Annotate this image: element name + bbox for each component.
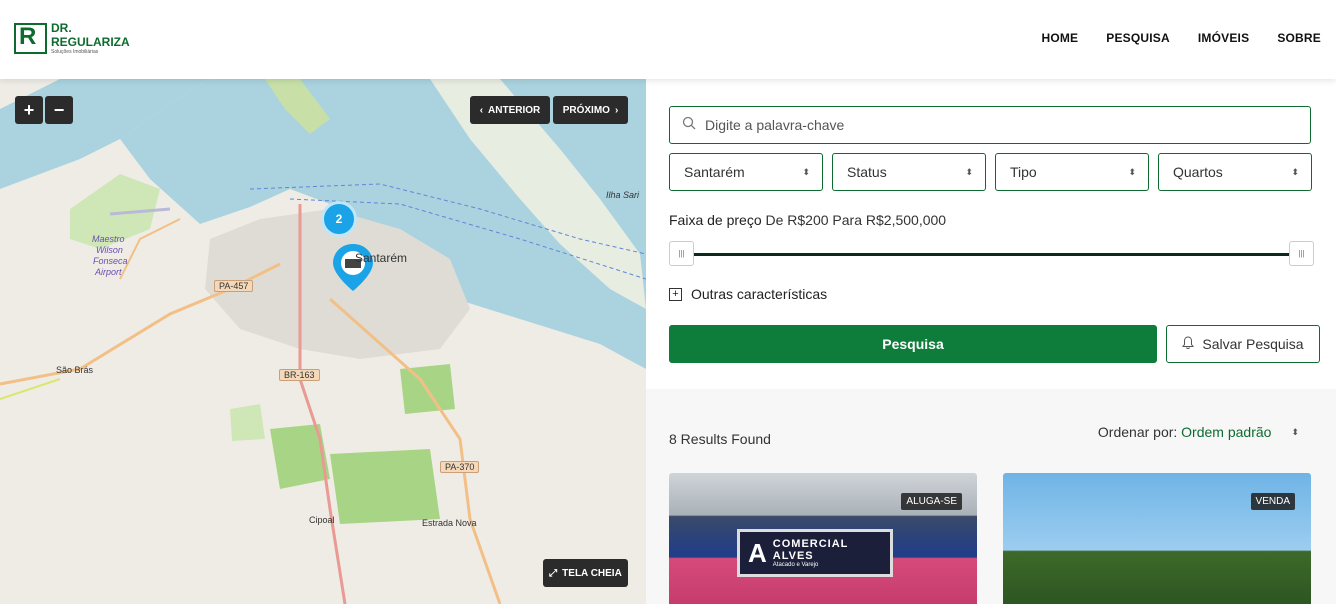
- updown-chevron-icon: ⬍: [1291, 426, 1299, 437]
- type-select[interactable]: Tipo ⬍: [995, 153, 1149, 191]
- sign-logo-a: A: [748, 537, 767, 568]
- more-features-toggle[interactable]: + Outras características: [669, 286, 827, 302]
- nav-home[interactable]: HOME: [1041, 31, 1078, 45]
- slider-handle-min[interactable]: |||: [669, 241, 694, 266]
- label-airport-3: Fonseca: [93, 256, 128, 266]
- slider-track: [679, 253, 1304, 256]
- label-airport-2: Wilson: [96, 245, 123, 255]
- save-search-label: Salvar Pesquisa: [1202, 336, 1304, 352]
- label-airport-4: Airport: [95, 267, 122, 277]
- fullscreen-label: TELA CHEIA: [562, 567, 622, 579]
- fullscreen-button[interactable]: ⤢ TELA CHEIA: [543, 559, 628, 587]
- label-ilha: Ilha Sari: [606, 190, 640, 200]
- city-value: Santarém: [684, 164, 745, 180]
- sort-select[interactable]: Ordenar por: Ordem padrão ⬍: [1098, 424, 1299, 440]
- road-pa370: PA-370: [440, 461, 480, 473]
- results-section: 8 Results Found Ordenar por: Ordem padrã…: [646, 389, 1336, 604]
- sort-label: Ordenar por:: [1097, 424, 1178, 440]
- map-cluster-marker[interactable]: 2: [321, 201, 357, 237]
- rooms-value: Quartos: [1173, 164, 1223, 180]
- prev-label: ANTERIOR: [488, 104, 541, 116]
- zoom-out-button[interactable]: −: [45, 96, 73, 124]
- results-count: 8 Results Found: [669, 431, 771, 447]
- rooms-select[interactable]: Quartos ⬍: [1158, 153, 1312, 191]
- price-label: Faixa de preço: [669, 212, 762, 228]
- slider-handle-max[interactable]: |||: [1289, 241, 1314, 266]
- label-sao-bras: São Brás: [56, 365, 94, 375]
- prev-button[interactable]: ‹ ANTERIOR: [470, 96, 550, 124]
- zoom-in-button[interactable]: +: [15, 96, 43, 124]
- logo-letter: R: [19, 22, 37, 50]
- type-value: Tipo: [1010, 164, 1037, 180]
- save-search-button[interactable]: Salvar Pesquisa: [1166, 325, 1320, 363]
- plus-square-icon: +: [669, 287, 682, 301]
- updown-chevron-icon: ⬍: [802, 166, 810, 177]
- card-image-sign: A COMERCIAL ALVES Atacado e Varejo: [737, 529, 893, 577]
- updown-chevron-icon: ⬍: [965, 166, 973, 177]
- site-header: R DR. REGULARIZA Soluções Imobiliárias H…: [0, 0, 1336, 79]
- updown-chevron-icon: ⬍: [1291, 166, 1299, 177]
- search-icon: [682, 116, 696, 135]
- chevron-left-icon: ‹: [479, 104, 484, 116]
- expand-icon: ⤢: [549, 567, 558, 579]
- property-card[interactable]: A COMERCIAL ALVES Atacado e Varejo ALUGA…: [669, 473, 977, 604]
- more-features-label: Outras características: [691, 286, 828, 302]
- nav-pesquisa[interactable]: PESQUISA: [1106, 31, 1170, 45]
- logo-line1: DR.: [51, 21, 72, 35]
- logo[interactable]: R DR. REGULARIZA Soluções Imobiliárias: [14, 21, 130, 55]
- main-nav: HOME PESQUISA IMÓVEIS SOBRE: [1041, 31, 1321, 45]
- nav-imoveis[interactable]: IMÓVEIS: [1198, 31, 1249, 45]
- road-br163: BR-163: [279, 369, 320, 381]
- road-pa457: PA-457: [214, 280, 254, 292]
- label-cipoal: Cipoal: [309, 515, 335, 525]
- map-tiles: [0, 79, 646, 604]
- search-button[interactable]: Pesquisa: [669, 325, 1157, 363]
- status-badge: VENDA: [1250, 493, 1295, 510]
- search-field: [669, 106, 1311, 144]
- nav-sobre[interactable]: SOBRE: [1277, 31, 1321, 45]
- chevron-right-icon: ›: [614, 104, 619, 116]
- logo-tagline: Soluções Imobiliárias: [51, 49, 99, 55]
- city-select[interactable]: Santarém ⬍: [669, 153, 823, 191]
- search-input[interactable]: [705, 117, 1285, 133]
- map[interactable]: Santarém Ilha Sari Maestro Wilson Fonsec…: [0, 79, 646, 604]
- sort-value: Ordem padrão: [1181, 424, 1272, 440]
- price-range-value: De R$200 Para R$2,500,000: [765, 212, 947, 228]
- property-card[interactable]: VENDA: [1003, 473, 1311, 604]
- label-santarem: Santarém: [355, 251, 408, 265]
- label-estrada-nova: Estrada Nova: [422, 518, 477, 528]
- price-range-label: Faixa de preço De R$200 Para R$2,500,000: [669, 212, 946, 228]
- status-select[interactable]: Status ⬍: [832, 153, 986, 191]
- sign-line3: Atacado e Varejo: [772, 562, 819, 568]
- price-slider: ||| |||: [669, 241, 1314, 267]
- logo-mark: R: [14, 22, 47, 54]
- logo-text: DR. REGULARIZA Soluções Imobiliárias: [51, 21, 130, 55]
- status-value: Status: [847, 164, 887, 180]
- search-panel: Santarém ⬍ Status ⬍ Tipo ⬍ Quartos ⬍ Fai…: [646, 79, 1336, 389]
- status-badge: ALUGA-SE: [901, 493, 962, 510]
- next-button[interactable]: PRÓXIMO ›: [553, 96, 628, 124]
- updown-chevron-icon: ⬍: [1128, 166, 1136, 177]
- label-airport-1: Maestro: [92, 234, 125, 244]
- sign-line2: ALVES: [772, 550, 814, 562]
- bell-icon: [1182, 335, 1195, 353]
- logo-line2: REGULARIZA: [51, 35, 130, 49]
- sign-line1: COMERCIAL: [772, 538, 849, 550]
- filter-selects: Santarém ⬍ Status ⬍ Tipo ⬍ Quartos ⬍: [669, 153, 1312, 191]
- next-label: PRÓXIMO: [562, 104, 610, 116]
